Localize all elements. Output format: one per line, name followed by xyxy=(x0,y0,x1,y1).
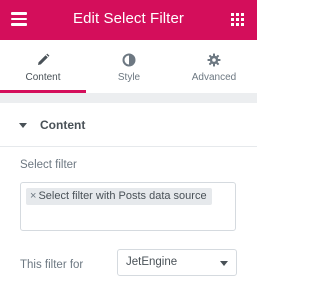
select-filter-input[interactable]: × Select filter with Posts data source xyxy=(20,182,236,231)
tab-content-label: Content xyxy=(25,72,61,83)
widgets-grid-icon[interactable] xyxy=(231,13,244,26)
panel-tabs: Content Style Advanced xyxy=(0,40,257,93)
panel-header: Edit Select Filter xyxy=(0,0,257,40)
filter-for-select[interactable]: JetEngine xyxy=(117,249,237,276)
tab-advanced[interactable]: Advanced xyxy=(171,40,257,93)
selected-filter-chip: × Select filter with Posts data source xyxy=(26,188,212,205)
dropdown-arrow-icon xyxy=(220,261,228,266)
section-toggle-content[interactable]: Content xyxy=(0,103,257,147)
caret-down-icon xyxy=(19,123,27,128)
tab-style-label: Style xyxy=(117,72,141,83)
chip-label: Select filter with Posts data source xyxy=(38,190,207,202)
gear-icon xyxy=(207,53,221,67)
panel-title: Edit Select Filter xyxy=(72,10,184,27)
section-title: Content xyxy=(40,118,86,132)
panel-divider xyxy=(0,93,257,103)
tab-content[interactable]: Content xyxy=(0,40,86,93)
filter-for-value: JetEngine xyxy=(126,256,178,268)
section-body: Select filter × Select filter with Posts … xyxy=(0,147,257,290)
half-circle-icon xyxy=(122,53,136,67)
tab-advanced-label: Advanced xyxy=(191,72,237,83)
select-filter-label: Select filter xyxy=(20,159,77,171)
filter-for-label: This filter for xyxy=(20,259,84,271)
tab-style[interactable]: Style xyxy=(86,40,172,93)
remove-chip-icon[interactable]: × xyxy=(30,190,36,202)
pencil-icon xyxy=(38,53,50,65)
